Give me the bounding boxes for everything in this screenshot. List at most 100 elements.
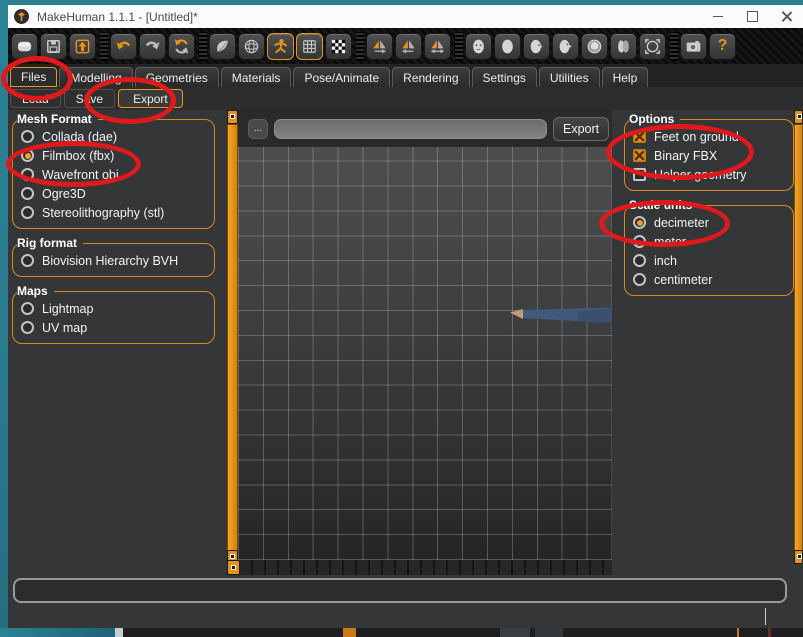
slider-handle-top[interactable] [794,110,803,124]
head-view-button[interactable] [494,33,521,60]
radio-lightmap[interactable]: Lightmap [19,299,208,318]
radio-icon [21,187,34,200]
head-icon [498,37,517,56]
radio-icon [21,149,34,162]
taskbar[interactable] [0,628,803,637]
tab-pose-animate[interactable]: Pose/Animate [293,67,390,87]
save-button[interactable] [40,33,67,60]
subtab-load[interactable]: Load [10,89,61,108]
tab-rendering[interactable]: Rendering [392,67,469,87]
focus-circle-icon [643,37,662,56]
ears-icon [614,37,633,56]
radio-filmbox[interactable]: Filmbox (fbx) [19,146,208,165]
pose-button[interactable] [267,33,294,60]
radio-wavefront[interactable]: Wavefront obj [19,165,208,184]
tab-modelling[interactable]: Modelling [59,67,132,87]
radio-icon [633,254,646,267]
taskbar-window-thumbnail[interactable] [535,628,563,637]
radio-collada[interactable]: Collada (dae) [19,127,208,146]
viewport-bottom-slider[interactable] [227,560,612,575]
smooth-button[interactable] [209,33,236,60]
tab-help[interactable]: Help [602,67,649,87]
export-path-bar: ... Export [238,110,612,147]
scale-units-title: Scale units [629,198,698,212]
taskbar-search-button[interactable] [115,628,123,637]
radio-ogre3d[interactable]: Ogre3D [19,184,208,203]
slider-handle-top[interactable] [227,110,238,124]
desktop-background-left [0,0,8,637]
tab-settings[interactable]: Settings [472,67,537,87]
browse-button[interactable]: ... [248,119,268,139]
radio-bvh[interactable]: Biovision Hierarchy BVH [19,251,208,270]
face-front-view-button[interactable] [465,33,492,60]
help-button[interactable]: ? [709,33,736,60]
head-profile-view-button[interactable] [552,33,579,60]
symmetry-both-icon [428,37,447,56]
reset-icon [172,37,191,56]
sub-tab-bar: Load Save Export [8,87,803,110]
load-button[interactable] [69,33,96,60]
titlebar[interactable]: MakeHuman 1.1.1 - [Untitled]* [8,5,803,28]
new-button[interactable] [11,33,38,60]
reset-button[interactable] [168,33,195,60]
viewport-left-slider[interactable] [227,110,238,575]
subdivide-button[interactable] [325,33,352,60]
radio-icon [633,216,646,229]
export-path-input[interactable] [274,119,547,139]
viewport-3d[interactable] [238,147,612,560]
redo-button[interactable] [139,33,166,60]
radio-centimeter[interactable]: centimeter [631,270,787,289]
undo-button[interactable] [110,33,137,60]
slider-track[interactable] [227,124,238,560]
tab-files[interactable]: Files [10,67,57,87]
focus-view-button[interactable] [639,33,666,60]
slider-track[interactable] [794,124,803,560]
wireframe-globe-icon [242,37,261,56]
wireframe-button[interactable] [238,33,265,60]
radio-meter[interactable]: meter [631,232,787,251]
subtab-export[interactable]: Export [118,89,183,108]
ears-view-button[interactable] [610,33,637,60]
taskbar-start-area[interactable] [0,628,115,637]
viewport-right-slider[interactable] [794,110,803,575]
radio-icon [21,168,34,181]
slider-handle-bottom[interactable] [794,550,803,564]
close-button[interactable] [769,5,803,28]
slider-track[interactable] [240,560,612,575]
save-icon [44,37,63,56]
subtab-save[interactable]: Save [64,89,115,108]
taskbar-app-icon[interactable] [737,628,739,637]
maximize-button[interactable] [735,5,769,28]
tab-geometries[interactable]: Geometries [135,67,219,87]
taskbar-app-icon[interactable] [343,628,356,637]
slider-handle-left[interactable] [227,560,240,575]
camera-icon [684,37,703,56]
tab-utilities[interactable]: Utilities [539,67,600,87]
taskbar-app-icon[interactable] [768,628,771,637]
redo-icon [143,37,162,56]
symmetry-both-button[interactable] [424,33,451,60]
symmetry-left-button[interactable] [395,33,422,60]
screenshot-button[interactable] [680,33,707,60]
radio-uv-map[interactable]: UV map [19,318,208,337]
taskbar-window-thumbnail[interactable] [500,628,530,637]
toolbar-separator [455,32,463,61]
toolbar-separator [356,32,364,61]
right-panel: Options Feet on ground Binary FBX Helper… [612,110,802,576]
checkbox-feet-on-ground[interactable]: Feet on ground [631,127,787,146]
tab-materials[interactable]: Materials [221,67,292,87]
radio-inch[interactable]: inch [631,251,787,270]
checkbox-binary-fbx[interactable]: Binary FBX [631,146,787,165]
grid-button[interactable] [296,33,323,60]
minimize-button[interactable] [701,5,735,28]
radio-stereolithography[interactable]: Stereolithography (stl) [19,203,208,222]
head-three-quarter-view-button[interactable] [523,33,550,60]
eyeball-view-button[interactable] [581,33,608,60]
radio-icon [21,130,34,143]
options-title: Options [629,112,680,126]
symmetry-right-button[interactable] [366,33,393,60]
export-button[interactable]: Export [553,117,609,141]
checkbox-helper-geometry[interactable]: Helper geometry [631,165,787,184]
radio-decimeter[interactable]: decimeter [631,213,787,232]
toolbar-separator [199,32,207,61]
